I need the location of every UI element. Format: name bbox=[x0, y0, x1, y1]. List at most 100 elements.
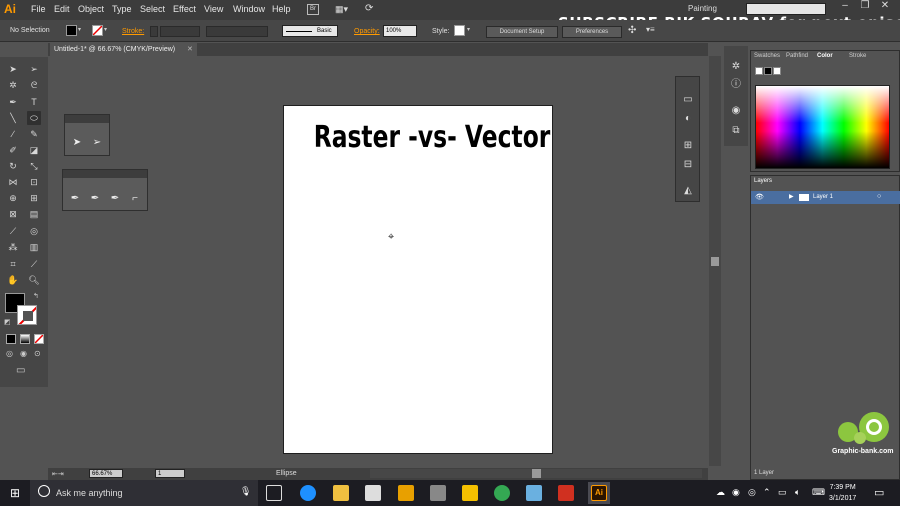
brush-definition-dropdown[interactable]: Basic bbox=[282, 25, 338, 37]
vertical-scroll-thumb[interactable] bbox=[711, 257, 719, 266]
volume-icon[interactable]: 🔈︎ bbox=[795, 487, 800, 498]
tearoff-group-selection-tool-icon[interactable]: ➢ bbox=[90, 136, 104, 150]
fill-dropdown-icon[interactable]: ▾ bbox=[78, 26, 81, 33]
perspective-grid-tool-icon[interactable]: ⊞ bbox=[27, 191, 41, 205]
tab-stroke[interactable]: Stroke bbox=[849, 53, 866, 59]
stroke-weight-stepper[interactable] bbox=[150, 26, 158, 37]
tab-layers[interactable]: Layers bbox=[754, 178, 772, 184]
artboard[interactable]: Raster -vs- Vector bbox=[283, 105, 553, 454]
illustrator-taskbar-icon[interactable]: Ai bbox=[591, 485, 607, 501]
layer-row[interactable]: 👁︎ ▶ Layer 1 ○ bbox=[751, 191, 900, 204]
media-player-icon[interactable] bbox=[398, 485, 414, 501]
arrange-documents-icon[interactable]: ▦▾ bbox=[335, 4, 353, 15]
stroke-dropdown-icon[interactable]: ▾ bbox=[104, 26, 107, 33]
tab-color[interactable]: Color bbox=[817, 53, 833, 59]
width-tool-icon[interactable]: ⋈ bbox=[6, 175, 20, 189]
variable-width-profile[interactable] bbox=[206, 26, 268, 37]
menu-window[interactable]: Window bbox=[233, 4, 265, 14]
network-icon[interactable]: ▭ bbox=[778, 487, 787, 498]
system-clock[interactable]: 7:39 PM 3/1/2017 bbox=[829, 482, 856, 504]
ellipse-tool-icon[interactable]: ⬭ bbox=[27, 111, 41, 125]
opacity-field[interactable]: 100% bbox=[383, 25, 417, 37]
tearoff-add-anchor-tool-icon[interactable]: ✒ bbox=[88, 192, 102, 206]
gpu-performance-icon[interactable]: ⟳ bbox=[365, 3, 377, 15]
default-fill-stroke-icon[interactable]: ◩ bbox=[4, 318, 11, 326]
menu-object[interactable]: Object bbox=[78, 4, 104, 14]
chrome-icon[interactable] bbox=[494, 485, 510, 501]
help-search-input[interactable] bbox=[746, 3, 826, 15]
color-spectrum[interactable] bbox=[755, 85, 890, 169]
calculator-icon[interactable] bbox=[430, 485, 446, 501]
zoom-tool-icon[interactable]: 🔍︎ bbox=[27, 273, 41, 287]
notes-app-icon[interactable] bbox=[526, 485, 542, 501]
type-tool-icon[interactable]: T bbox=[27, 95, 41, 109]
visibility-eye-icon[interactable]: 👁︎ bbox=[755, 193, 764, 201]
gradient-tool-icon[interactable]: ▤ bbox=[27, 207, 41, 221]
horizontal-scroll-thumb[interactable] bbox=[532, 469, 541, 478]
transform-panel-icon[interactable]: ⊟ bbox=[681, 158, 695, 172]
workspace-switcher[interactable]: Painting bbox=[688, 4, 717, 13]
control-menu-icon[interactable]: ▾≡ bbox=[646, 25, 655, 34]
tab-swatches[interactable]: Swatches bbox=[754, 53, 780, 59]
show-hidden-icons-icon[interactable]: ⌃ bbox=[763, 487, 771, 498]
stroke-weight-field[interactable] bbox=[160, 26, 200, 37]
menu-help[interactable]: Help bbox=[272, 4, 291, 14]
blend-tool-icon[interactable]: ◎ bbox=[27, 224, 41, 238]
eraser-tool-icon[interactable]: ◪ bbox=[27, 143, 41, 157]
symbol-sprayer-tool-icon[interactable]: ⁂ bbox=[6, 240, 20, 254]
artboard-tool-icon[interactable]: ⌗ bbox=[6, 257, 20, 271]
menu-type[interactable]: Type bbox=[112, 4, 132, 14]
document-tab[interactable]: Untitled-1* @ 66.67% (CMYK/Preview) ✕ bbox=[50, 43, 197, 56]
none-swatch[interactable] bbox=[755, 67, 763, 75]
panel-header[interactable] bbox=[65, 115, 109, 123]
microphone-icon[interactable]: 🎙︎ bbox=[240, 486, 251, 497]
graphic-style-swatch[interactable] bbox=[454, 25, 465, 36]
mesh-tool-icon[interactable]: ⊠ bbox=[6, 207, 20, 221]
menu-edit[interactable]: Edit bbox=[54, 4, 70, 14]
align-panel-icon[interactable]: ⊞ bbox=[681, 139, 695, 153]
navigator-panel-icon[interactable]: ◉ bbox=[729, 104, 743, 118]
swap-fill-stroke-icon[interactable]: ↰ bbox=[33, 292, 39, 300]
tearoff-selection-tool-icon[interactable]: ➤ bbox=[70, 136, 84, 150]
camtasia-icon[interactable] bbox=[558, 485, 574, 501]
stroke-panel-link[interactable]: Stroke: bbox=[122, 28, 144, 35]
tray-app-icon[interactable]: ◉ bbox=[732, 487, 740, 498]
minimize-button[interactable]: – bbox=[836, 0, 854, 14]
edge-browser-icon[interactable] bbox=[300, 485, 316, 501]
pen-tool-icon[interactable]: ✒ bbox=[6, 95, 20, 109]
slice-tool-icon[interactable]: ⟋ bbox=[27, 257, 41, 271]
free-transform-tool-icon[interactable]: ⊡ bbox=[27, 175, 41, 189]
keyboard-icon[interactable]: ⌨ bbox=[812, 487, 825, 498]
pencil-tool-icon[interactable]: ✎ bbox=[27, 127, 41, 141]
magic-wand-tool-icon[interactable]: ✲ bbox=[6, 78, 20, 92]
start-windows-icon[interactable]: ⊞ bbox=[10, 486, 20, 500]
rotate-tool-icon[interactable]: ↻ bbox=[6, 159, 20, 173]
transparency-panel-icon[interactable]: ▭ bbox=[681, 93, 695, 107]
align-options-icon[interactable]: ✣ bbox=[628, 25, 636, 36]
gradient-panel-icon[interactable]: ◭ bbox=[681, 184, 695, 198]
tearoff-convert-anchor-tool-icon[interactable]: ⌐ bbox=[128, 192, 142, 206]
task-view-icon[interactable] bbox=[266, 485, 282, 501]
symbols-panel-icon[interactable]: ✲ bbox=[729, 60, 743, 74]
tab-pathfinder[interactable]: Pathfind bbox=[786, 53, 808, 59]
hand-tool-icon[interactable]: ✋ bbox=[6, 273, 20, 287]
close-tab-icon[interactable]: ✕ bbox=[187, 46, 193, 53]
document-setup-button[interactable]: Document Setup bbox=[486, 26, 558, 38]
draw-normal-icon[interactable]: ◎ bbox=[6, 349, 13, 358]
menu-effect[interactable]: Effect bbox=[173, 4, 196, 14]
layer-target-icon[interactable]: ○ bbox=[877, 193, 881, 200]
tearoff-pen-tool-icon[interactable]: ✒ bbox=[68, 192, 82, 206]
pictures-app-icon[interactable] bbox=[462, 485, 478, 501]
menu-select[interactable]: Select bbox=[140, 4, 165, 14]
appearance-panel-icon[interactable]: ◐ bbox=[681, 112, 695, 126]
artboard-nav-icon[interactable]: ⇤⇥ bbox=[52, 470, 64, 478]
info-panel-icon[interactable]: ⓘ bbox=[729, 78, 743, 92]
action-center-icon[interactable]: ▭ bbox=[874, 486, 884, 499]
tray-app2-icon[interactable]: ◎ bbox=[748, 487, 756, 498]
screen-mode-icon[interactable]: ▭ bbox=[16, 365, 25, 376]
tearoff-delete-anchor-tool-icon[interactable]: ✒ bbox=[108, 192, 122, 206]
stroke-color-box[interactable] bbox=[17, 305, 37, 325]
fill-color-swatch[interactable] bbox=[66, 25, 77, 36]
file-explorer-icon[interactable] bbox=[333, 485, 349, 501]
store-icon[interactable] bbox=[365, 485, 381, 501]
